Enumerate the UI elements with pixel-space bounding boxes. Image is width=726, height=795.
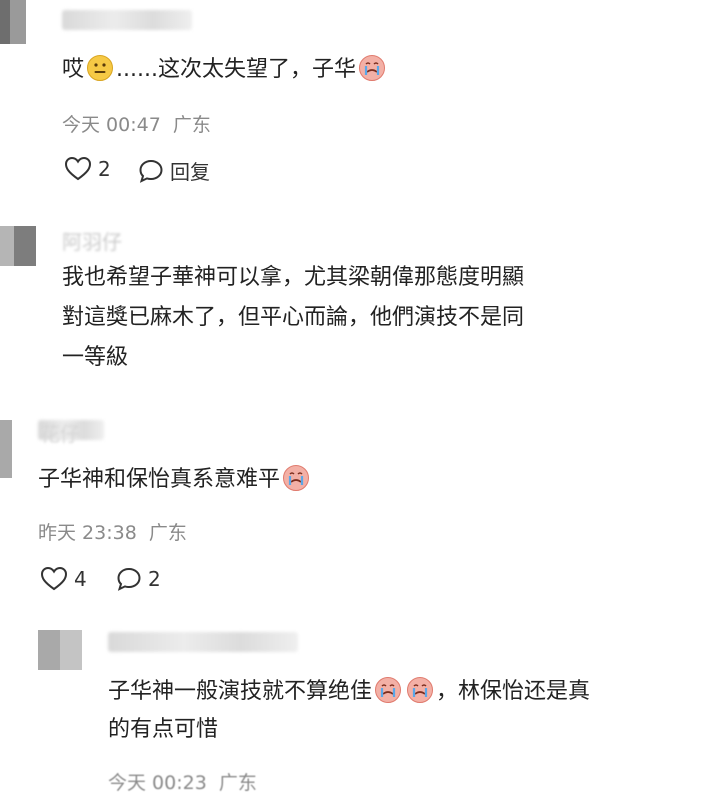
heart-outline-icon <box>40 566 68 591</box>
crying-face-emoji <box>407 677 434 703</box>
comment-meta: 昨天 23:38 广东 <box>38 518 187 545</box>
reply-label: 回复 <box>170 160 210 184</box>
heart-outline-icon <box>64 156 92 181</box>
crying-face-emoji <box>375 677 402 703</box>
comment-line: 我也希望子華神可以拿，尤其梁朝偉那態度明顯 <box>62 265 525 290</box>
username-text: 花仔 <box>40 422 80 446</box>
speechless-face-emoji <box>87 55 114 81</box>
avatar[interactable] <box>38 630 82 670</box>
username-blurred[interactable] <box>62 10 192 30</box>
crying-face-emoji <box>283 465 310 491</box>
timestamp: 今天 00:47 <box>62 114 161 136</box>
username-blurred[interactable]: 阿羽仔 <box>62 226 122 255</box>
location: 广东 <box>218 772 257 794</box>
comment-line: 的有点可惜 <box>108 717 219 742</box>
comment-text: 哎 ......这次太失望了，子华 <box>62 50 388 90</box>
username-blurred[interactable] <box>108 632 298 652</box>
comment-meta: 今天 00:47 广东 <box>62 110 211 137</box>
reply-button[interactable]: 回复 <box>138 156 210 185</box>
comment-text-part: ，林保怡还是真 <box>436 679 591 704</box>
speech-bubble-icon <box>139 159 163 183</box>
comment-text-part: ......这次太失望了，子华 <box>116 57 356 82</box>
comment-meta: 今天 00:23 广东 <box>108 768 257 795</box>
speech-bubble-icon <box>117 567 141 591</box>
location: 广东 <box>148 522 187 544</box>
comment-line: 一等級 <box>62 345 129 370</box>
comment-text-part: 子华神一般演技就不算绝佳 <box>108 679 373 704</box>
avatar[interactable] <box>0 0 26 44</box>
like-button[interactable]: 4 <box>40 566 87 592</box>
location: 广东 <box>172 114 211 136</box>
comment-line: 對這獎已麻木了，但平心而論，他們演技不是同 <box>62 305 525 330</box>
timestamp: 今天 00:23 <box>108 772 207 794</box>
like-count: 2 <box>98 157 111 181</box>
crying-face-emoji <box>358 55 385 81</box>
avatar[interactable] <box>0 226 36 266</box>
avatar[interactable] <box>0 420 12 478</box>
like-count: 4 <box>74 567 87 591</box>
reply-button[interactable]: 2 <box>116 566 161 592</box>
comment-text-part: 哎 <box>62 57 85 82</box>
reply-count: 2 <box>148 567 161 591</box>
like-button[interactable]: 2 <box>64 156 111 182</box>
comment-line: 子华神一般演技就不算绝佳 ，林保怡还是真 <box>108 672 590 712</box>
timestamp: 昨天 23:38 <box>38 522 137 544</box>
comment-text: 子华神和保怡真系意难平 <box>38 460 312 500</box>
comment-text-part: 子华神和保怡真系意难平 <box>38 467 281 492</box>
